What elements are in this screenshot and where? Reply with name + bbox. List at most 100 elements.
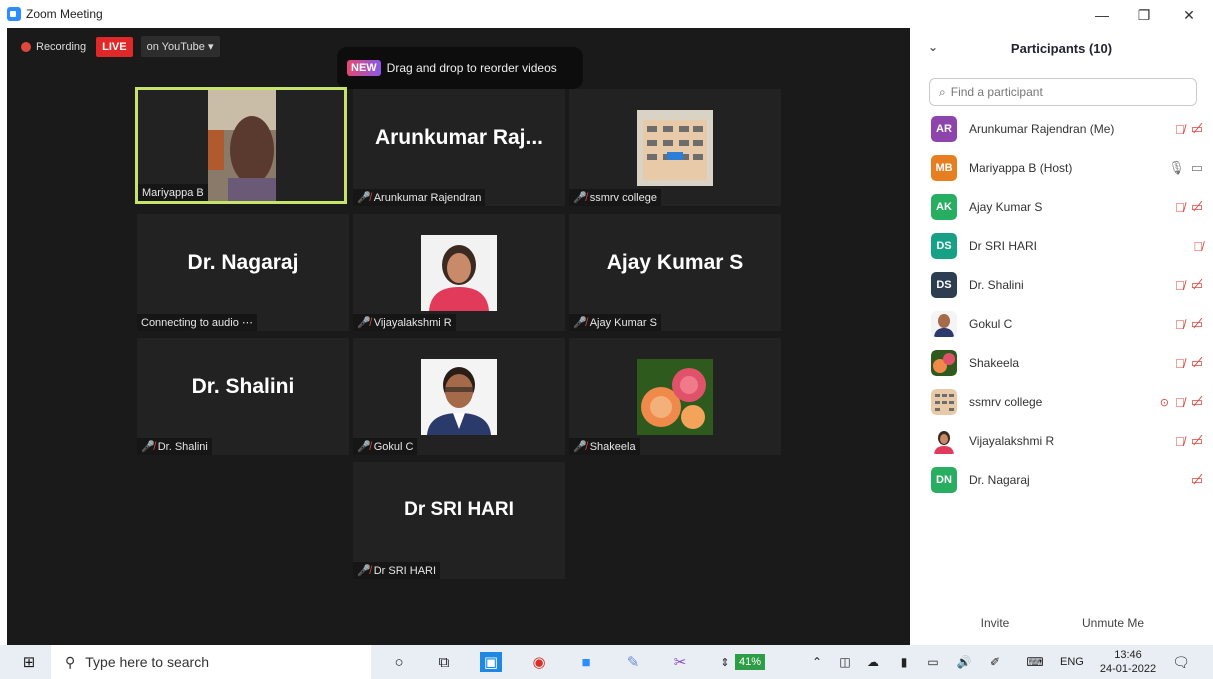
video-off-icon[interactable]: ▭̸ <box>1191 199 1203 215</box>
tile-name: Vijayalakshmi R <box>373 316 452 329</box>
chevron-up-icon[interactable]: ⌃ <box>806 652 828 672</box>
video-tile-shakeela[interactable]: 🎤̸ Shakeela <box>569 338 781 455</box>
avatar: DN <box>931 467 957 493</box>
tile-name-label: 🎤̸ Ajay Kumar S <box>569 314 661 331</box>
participant-row[interactable]: MB Mariyappa B (Host) 🎙 ▭ <box>931 153 1203 183</box>
video-tile-shalini[interactable]: Dr. Shalini 🎤̸ Dr. Shalini <box>137 338 349 455</box>
keyboard-icon[interactable]: ⌨ <box>1024 652 1046 672</box>
video-icon[interactable]: ▭ <box>1191 160 1203 176</box>
participant-search-input[interactable] <box>950 85 1171 99</box>
battery-icon[interactable]: ▭ <box>922 652 944 672</box>
avatar <box>931 350 957 376</box>
mic-icon[interactable]: 🎙 <box>1168 160 1185 176</box>
video-tile-srihari[interactable]: Dr SRI HARI 🎤̸ Dr SRI HARI <box>353 462 565 579</box>
taskbar-search-placeholder: Type here to search <box>85 654 210 670</box>
tile-name-label: 🎤̸ Dr. Shalini <box>137 438 212 455</box>
app-icon[interactable]: ▣ <box>480 652 502 672</box>
tile-name-label: Mariyappa B <box>138 184 208 201</box>
windows-start-icon[interactable]: ⊞ <box>18 652 40 672</box>
mic-muted-icon[interactable]: 🎙̸ <box>1175 356 1185 371</box>
snipping-tool-icon[interactable]: ✂ <box>669 652 691 672</box>
close-button[interactable]: ✕ <box>1175 4 1203 26</box>
mic-muted-icon: 🎤̸ <box>357 317 371 329</box>
mic-muted-icon[interactable]: 🎙̸ <box>1193 239 1203 254</box>
video-tile-nagaraj[interactable]: Dr. Nagaraj Connecting to audio ⋯ <box>137 214 349 331</box>
video-tile-gokul[interactable]: 🎤̸ Gokul C <box>353 338 565 455</box>
battery-meter[interactable]: 41% <box>735 645 779 679</box>
paint-icon[interactable]: ✎ <box>622 652 644 672</box>
tile-name: Shakeela <box>589 440 636 453</box>
tray-app-icon[interactable]: ◫ <box>834 652 856 672</box>
taskbar-search[interactable]: ⚲ Type here to search <box>51 645 371 679</box>
video-tile-ajay[interactable]: Ajay Kumar S 🎤̸ Ajay Kumar S <box>569 214 781 331</box>
restore-button[interactable]: ❐ <box>1130 4 1158 26</box>
window-title: Zoom Meeting <box>26 7 103 21</box>
tile-name-label: 🎤̸ Shakeela <box>569 438 640 455</box>
video-tile-arunkumar[interactable]: Arunkumar Raj... 🎤̸ Arunkumar Rajendran <box>353 89 565 206</box>
task-view-icon[interactable]: ⧉ <box>433 652 455 672</box>
zoom-app-icon[interactable]: ■ <box>575 652 597 672</box>
participant-video <box>208 90 276 201</box>
participant-row[interactable]: DS Dr SRI HARI 🎙̸ <box>931 231 1203 261</box>
video-off-icon[interactable]: ▭̸ <box>1191 316 1203 332</box>
participants-title: Participants (10) <box>1010 40 1113 56</box>
video-tile-mariyappa[interactable]: Mariyappa B <box>135 87 347 204</box>
chrome-icon[interactable]: ◉ <box>528 652 550 672</box>
mic-muted-icon[interactable]: 🎙̸ <box>1175 317 1185 332</box>
participants-panel: ⌄ Participants (10) ⌕ AR Arunkumar Rajen… <box>910 28 1213 645</box>
tile-display-name: Arunkumar Raj... <box>374 126 544 149</box>
reorder-tooltip: NEW Drag and drop to reorder videos <box>337 47 583 89</box>
avatar: MB <box>931 155 957 181</box>
recording-indicator[interactable]: Recording <box>21 41 86 53</box>
participant-row[interactable]: Vijayalakshmi R 🎙̸ ▭̸ <box>931 426 1203 456</box>
cortana-icon[interactable]: ○ <box>388 652 410 672</box>
video-off-icon[interactable]: ▭̸ <box>1191 121 1203 137</box>
tile-name-label: Connecting to audio ⋯ <box>137 314 257 331</box>
microphone-icon[interactable]: ▮ <box>893 652 915 672</box>
participant-row[interactable]: Gokul C 🎙̸ ▭̸ <box>931 309 1203 339</box>
participant-row[interactable]: Shakeela 🎙̸ ▭̸ <box>931 348 1203 378</box>
avatar <box>931 389 957 415</box>
video-gallery: Recording LIVE on YouTube ▾ NEW Drag and… <box>7 28 910 645</box>
participant-row[interactable]: AK Ajay Kumar S 🎙̸ ▭̸ <box>931 192 1203 222</box>
loading-dots-icon: ⋯ <box>241 317 253 329</box>
minimize-button[interactable]: — <box>1088 4 1116 26</box>
video-off-icon[interactable]: ▭̸ <box>1191 472 1203 488</box>
participant-search[interactable]: ⌕ <box>929 78 1197 106</box>
mic-muted-icon[interactable]: 🎙̸ <box>1175 200 1185 215</box>
unmute-me-button[interactable]: Unmute Me <box>1076 611 1150 635</box>
youtube-dropdown[interactable]: on YouTube ▾ <box>140 36 220 57</box>
mic-muted-icon[interactable]: 🎙̸ <box>1175 395 1185 410</box>
participant-row[interactable]: ssmrv college ⊙ 🎙̸ ▭̸ <box>931 387 1203 417</box>
participant-name: Shakeela <box>969 356 1020 370</box>
video-tile-vijayalakshmi[interactable]: 🎤̸ Vijayalakshmi R <box>353 214 565 331</box>
avatar: AK <box>931 194 957 220</box>
participant-row[interactable]: DS Dr. Shalini 🎙̸ ▭̸ <box>931 270 1203 300</box>
video-off-icon[interactable]: ▭̸ <box>1191 394 1203 410</box>
video-off-icon[interactable]: ▭̸ <box>1191 433 1203 449</box>
clock[interactable]: 13:46 24-01-2022 <box>1093 645 1163 679</box>
tile-name: Arunkumar Rajendran <box>373 191 482 204</box>
volume-icon[interactable]: 🔊 <box>953 652 975 672</box>
mic-muted-icon: 🎤̸ <box>357 192 371 204</box>
mic-muted-icon[interactable]: 🎙̸ <box>1175 278 1185 293</box>
windows-taskbar: ⊞ ⚲ Type here to search ○ ⧉ ▣ ◉ ■ ✎ ✂ ⇕ … <box>0 645 1213 679</box>
tile-name: ssmrv college <box>589 191 657 204</box>
tile-name: Mariyappa B <box>142 186 204 199</box>
participant-avatar-image <box>637 359 713 435</box>
onedrive-icon[interactable]: ☁ <box>862 652 884 672</box>
language-indicator[interactable]: ENG <box>1060 645 1084 679</box>
mic-muted-icon[interactable]: 🎙̸ <box>1175 434 1185 449</box>
overflow-arrows-icon[interactable]: ⇕ <box>714 652 736 672</box>
mic-muted-icon[interactable]: 🎙̸ <box>1175 122 1185 137</box>
notifications-icon[interactable]: 🗨 <box>1170 652 1192 672</box>
invite-button[interactable]: Invite <box>970 611 1020 635</box>
video-off-icon[interactable]: ▭̸ <box>1191 355 1203 371</box>
participant-row[interactable]: AR Arunkumar Rajendran (Me) 🎙̸ ▭̸ <box>931 114 1203 144</box>
chevron-down-icon[interactable]: ⌄ <box>928 40 938 54</box>
pen-icon[interactable]: ✐ <box>984 652 1006 672</box>
video-tile-ssmrv[interactable]: 🎤̸ ssmrv college <box>569 89 781 206</box>
battery-percent: 41% <box>735 654 766 670</box>
participant-row[interactable]: DN Dr. Nagaraj ▭̸ <box>931 465 1203 495</box>
video-off-icon[interactable]: ▭̸ <box>1191 277 1203 293</box>
